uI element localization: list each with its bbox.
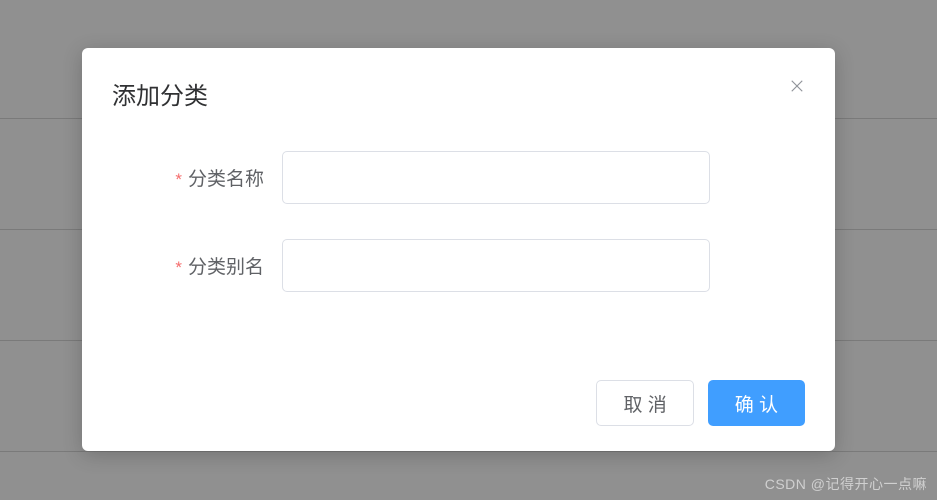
category-name-input[interactable] [282, 151, 710, 204]
modal-title: 添加分类 [112, 76, 805, 111]
category-name-label-text: 分类名称 [188, 169, 264, 190]
category-name-row: * 分类名称 [112, 151, 805, 204]
cancel-button[interactable]: 取 消 [596, 380, 693, 426]
required-asterisk: * [175, 170, 182, 189]
add-category-modal: 添加分类 * 分类名称 * 分类别名 取 消 确 认 [82, 48, 835, 451]
close-button[interactable] [787, 76, 807, 96]
close-icon [788, 77, 806, 95]
modal-footer: 取 消 确 认 [596, 380, 805, 426]
watermark: CSDN @记得开心一点嘛 [765, 474, 927, 494]
category-alias-label-text: 分类别名 [188, 257, 264, 278]
confirm-button[interactable]: 确 认 [708, 380, 805, 426]
category-alias-input[interactable] [282, 239, 710, 292]
required-asterisk: * [175, 258, 182, 277]
category-name-label: * 分类名称 [142, 164, 282, 191]
category-alias-label: * 分类别名 [142, 252, 282, 279]
category-alias-row: * 分类别名 [112, 239, 805, 292]
